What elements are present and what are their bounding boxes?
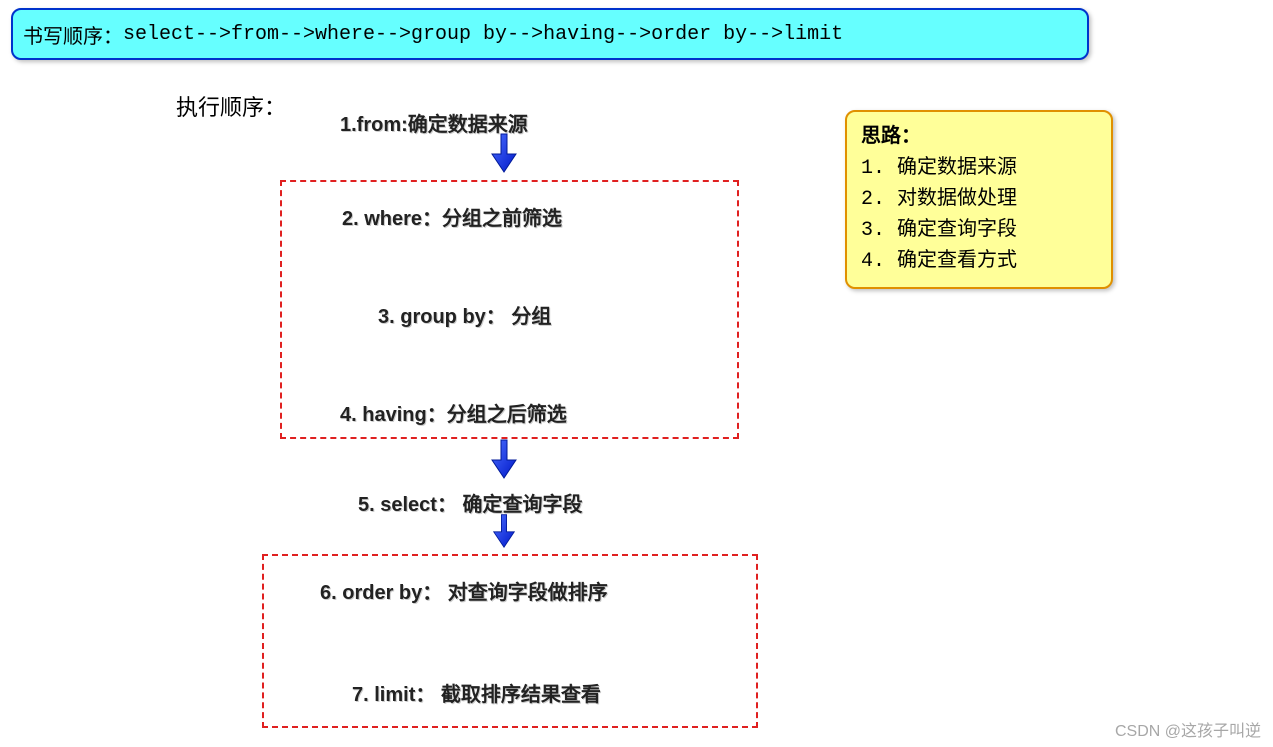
write-order-sequence: select-->from-->where-->group by-->havin… xyxy=(123,23,843,46)
step-5-select: 5. select： 确定查询字段 xyxy=(358,488,583,517)
tip-item: 4. 确定查看方式 xyxy=(861,246,1097,277)
write-order-banner: 书写顺序： select-->from-->where-->group by--… xyxy=(11,8,1089,60)
step-6-orderby: 6. order by： 对查询字段做排序 xyxy=(320,576,608,605)
arrow-icon xyxy=(484,132,524,174)
write-order-prefix: 书写顺序： xyxy=(23,20,123,49)
step-1-from: 1.from:确定数据来源 xyxy=(340,108,528,137)
step-7-limit: 7. limit： 截取排序结果查看 xyxy=(352,678,601,707)
tip-item: 1. 确定数据来源 xyxy=(861,153,1097,184)
tips-title: 思路： xyxy=(861,122,1097,153)
step-2-where: 2. where：分组之前筛选 xyxy=(342,202,562,231)
watermark-text: CSDN @这孩子叫逆 xyxy=(1115,717,1261,741)
thinking-tips-box: 思路： 1. 确定数据来源 2. 对数据做处理 3. 确定查询字段 4. 确定查… xyxy=(845,110,1113,289)
execution-order-label: 执行顺序： xyxy=(176,90,286,122)
tip-item: 2. 对数据做处理 xyxy=(861,184,1097,215)
step-3-groupby: 3. group by： 分组 xyxy=(378,300,551,329)
step-4-having: 4. having：分组之后筛选 xyxy=(340,398,567,427)
tip-item: 3. 确定查询字段 xyxy=(861,215,1097,246)
arrow-icon xyxy=(484,513,524,549)
arrow-icon xyxy=(484,438,524,480)
